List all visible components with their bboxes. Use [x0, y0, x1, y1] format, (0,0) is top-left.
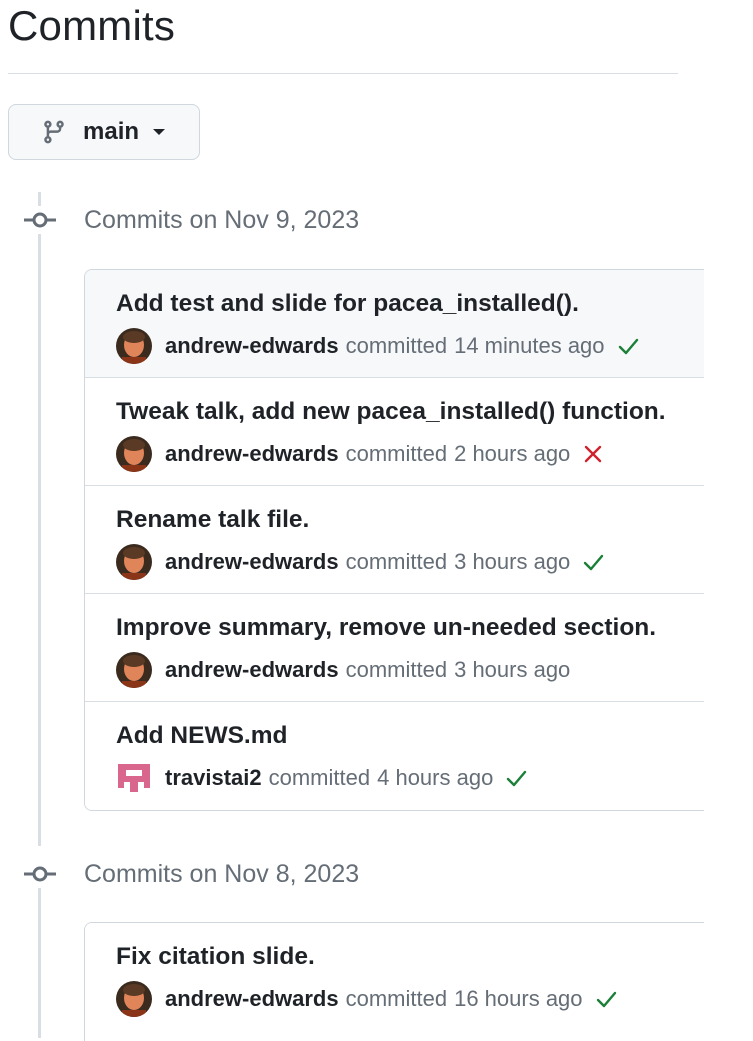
- commit-message-link[interactable]: Fix citation slide.: [116, 943, 315, 971]
- avatar[interactable]: [116, 328, 152, 364]
- git-commit-icon: [22, 862, 58, 886]
- avatar[interactable]: [116, 981, 152, 1017]
- author-link[interactable]: andrew-edwards: [165, 549, 339, 575]
- author-link[interactable]: andrew-edwards: [165, 657, 339, 683]
- commit-group-title: Commits on Nov 9, 2023: [84, 205, 360, 234]
- commit-message-link[interactable]: Improve summary, remove un-needed sectio…: [116, 614, 656, 642]
- commit-verb: committed: [345, 549, 448, 574]
- author-link[interactable]: andrew-edwards: [165, 441, 339, 467]
- commit-message-link[interactable]: Rename talk file.: [116, 506, 309, 534]
- author-link[interactable]: travistai2: [165, 765, 262, 791]
- commit-group-title: Commits on Nov 8, 2023: [84, 859, 360, 888]
- page-title: Commits: [8, 2, 176, 49]
- commit-row: Tweak talk, add new pacea_installed() fu…: [85, 378, 704, 486]
- commit-time: 2 hours ago: [454, 441, 571, 466]
- git-branch-icon: [41, 119, 67, 145]
- commit-verb: committed: [345, 441, 448, 466]
- commit-time: 14 minutes ago: [454, 333, 605, 358]
- commit-meta: andrew-edwards committed 3 hours ago: [116, 543, 606, 581]
- commit-verb: committed: [268, 765, 371, 790]
- commit-list: Add test and slide for pacea_installed()…: [84, 269, 704, 811]
- check-icon[interactable]: [593, 986, 619, 1012]
- commit-row: Add NEWS.md travistai2 committed 4 hours…: [85, 702, 704, 810]
- title-divider: [8, 73, 678, 74]
- timeline-line: [38, 234, 41, 846]
- commit-message-link[interactable]: Add test and slide for pacea_installed()…: [116, 290, 579, 318]
- commit-group-header: Commits on Nov 8, 2023: [22, 854, 359, 894]
- avatar[interactable]: [116, 652, 152, 688]
- commit-meta: andrew-edwards committed 16 hours ago: [116, 980, 619, 1018]
- check-icon[interactable]: [580, 549, 606, 575]
- commit-row: Fix citation slide. andrew-edwards commi…: [85, 923, 704, 1031]
- commit-meta: andrew-edwards committed 3 hours ago: [116, 651, 570, 689]
- timeline-line: [38, 888, 41, 1038]
- commit-meta: andrew-edwards committed 2 hours ago: [116, 435, 606, 473]
- commit-message-link[interactable]: Add NEWS.md: [116, 722, 288, 750]
- avatar[interactable]: [116, 436, 152, 472]
- commit-list: Fix citation slide. andrew-edwards commi…: [84, 922, 704, 1041]
- commit-time: 16 hours ago: [454, 986, 583, 1011]
- commit-row: Add test and slide for pacea_installed()…: [85, 270, 704, 378]
- author-link[interactable]: andrew-edwards: [165, 333, 339, 359]
- branch-selector-button[interactable]: main: [8, 104, 200, 160]
- commit-time: 3 hours ago: [454, 549, 571, 574]
- commit-time: 3 hours ago: [454, 657, 571, 682]
- commit-time: 4 hours ago: [377, 765, 494, 790]
- author-link[interactable]: andrew-edwards: [165, 986, 339, 1012]
- check-icon[interactable]: [503, 765, 529, 791]
- commit-meta: andrew-edwards committed 14 minutes ago: [116, 327, 641, 365]
- git-commit-icon: [22, 208, 58, 232]
- commit-row: Rename talk file. andrew-edwards committ…: [85, 486, 704, 594]
- branch-name: main: [83, 118, 140, 145]
- avatar[interactable]: [116, 760, 152, 796]
- commit-message-link[interactable]: Tweak talk, add new pacea_installed() fu…: [116, 398, 666, 426]
- check-icon[interactable]: [615, 333, 641, 359]
- commit-verb: committed: [345, 986, 448, 1011]
- commit-row: Improve summary, remove un-needed sectio…: [85, 594, 704, 702]
- commit-verb: committed: [345, 333, 448, 358]
- commit-group-header: Commits on Nov 9, 2023: [22, 200, 359, 240]
- commit-meta: travistai2 committed 4 hours ago: [116, 759, 529, 797]
- commit-verb: committed: [345, 657, 448, 682]
- avatar[interactable]: [116, 544, 152, 580]
- chevron-down-icon: [153, 129, 166, 135]
- x-icon[interactable]: [580, 441, 606, 467]
